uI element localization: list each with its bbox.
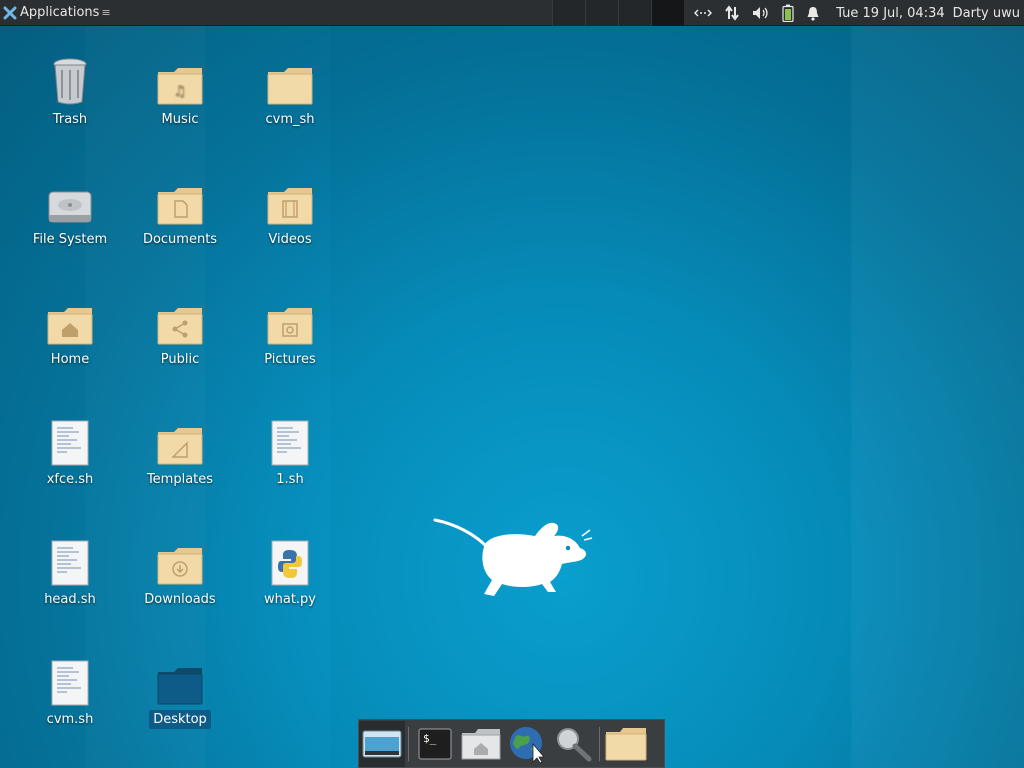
- dock-terminal[interactable]: $_: [412, 721, 458, 767]
- applications-label: Applications: [20, 5, 100, 20]
- trash-icon: [20, 50, 120, 106]
- icon-label: File System: [32, 232, 108, 247]
- videos-folder-icon: [240, 170, 340, 226]
- home-folder-icon: [461, 728, 501, 759]
- battery-icon[interactable]: [782, 0, 794, 26]
- workspace-switcher: [552, 0, 684, 26]
- file-manager-icon: [605, 727, 647, 760]
- xfce-logo-icon: [3, 6, 17, 19]
- icon-label: Pictures: [264, 352, 316, 367]
- desktop-icon-templates[interactable]: Templates: [130, 410, 230, 489]
- icon-label: Documents: [142, 232, 218, 247]
- volume-icon[interactable]: [752, 0, 770, 26]
- icon-label: Templates: [146, 472, 214, 487]
- desktop-icon-desktop[interactable]: Desktop: [130, 650, 230, 729]
- public-folder-icon: [130, 290, 230, 346]
- menu-separator-icon: ≡: [101, 6, 111, 19]
- desktop-icon-downloads[interactable]: Downloads: [130, 530, 230, 609]
- search-icon: [557, 727, 592, 761]
- icon-label: Music: [161, 112, 199, 127]
- icon-label: xfce.sh: [46, 472, 94, 487]
- desktop-icon-file-system[interactable]: File System: [20, 170, 120, 249]
- svg-text:♫: ♫: [174, 83, 187, 99]
- workspace-4[interactable]: [651, 0, 684, 26]
- top-panel: Applications ≡ Tue 19 Jul, 04:34 Darty u…: [0, 0, 1024, 26]
- desktop-icon-cvm-sh-file[interactable]: cvm.sh: [20, 650, 120, 729]
- svg-text:$_: $_: [423, 732, 437, 745]
- dock-separator: [408, 726, 409, 761]
- text-file-icon: [240, 410, 340, 466]
- desktop-icon-head-sh[interactable]: head.sh: [20, 530, 120, 609]
- icon-label: Videos: [268, 232, 312, 247]
- terminal-icon: $_: [418, 728, 452, 759]
- dock-file-manager[interactable]: [603, 721, 649, 767]
- pictures-folder-icon: [240, 290, 340, 346]
- show-desktop-icon: [362, 730, 402, 757]
- desktop-icon-1-sh[interactable]: 1.sh: [240, 410, 340, 489]
- web-browser-icon: [510, 726, 545, 764]
- desktop-icon-cvm-sh[interactable]: cvm_sh: [240, 50, 340, 129]
- desktop-icon-documents[interactable]: Documents: [130, 170, 230, 249]
- desktop-icon-xfce-sh[interactable]: xfce.sh: [20, 410, 120, 489]
- applications-menu-button[interactable]: Applications ≡: [0, 0, 117, 26]
- desktop-icon-public[interactable]: Public: [130, 290, 230, 369]
- desktop-icon-videos[interactable]: Videos: [240, 170, 340, 249]
- documents-folder-icon: [130, 170, 230, 226]
- folder-icon: [240, 50, 340, 106]
- user-name[interactable]: Darty uwu: [953, 6, 1020, 21]
- workspace-1[interactable]: [552, 0, 585, 26]
- home-folder-icon: [20, 290, 120, 346]
- dock-show-desktop[interactable]: [359, 720, 405, 767]
- python-file-icon: [240, 530, 340, 586]
- dock-search[interactable]: [550, 721, 596, 767]
- dock-home-folder[interactable]: [458, 721, 504, 767]
- icon-label: what.py: [263, 592, 316, 607]
- icon-label: cvm_sh: [265, 112, 315, 127]
- text-file-icon: [20, 410, 120, 466]
- desktop-icon-music[interactable]: ♫ Music: [130, 50, 230, 129]
- workspace-3[interactable]: [618, 0, 651, 26]
- icon-label: Downloads: [144, 592, 216, 607]
- templates-folder-icon: [130, 410, 230, 466]
- icon-label: Home: [50, 352, 90, 367]
- downloads-folder-icon: [130, 530, 230, 586]
- text-file-icon: [20, 650, 120, 706]
- icon-label: head.sh: [44, 592, 96, 607]
- xfce-mouse-logo-icon: [433, 518, 593, 596]
- bottom-dock: $_: [358, 719, 665, 768]
- icon-label: Trash: [52, 112, 88, 127]
- panel-clock[interactable]: Tue 19 Jul, 04:34: [836, 6, 944, 21]
- text-file-icon: [20, 530, 120, 586]
- network-transfer-icon[interactable]: [694, 0, 713, 26]
- hard-drive-icon: [20, 170, 120, 226]
- icon-label: Desktop: [149, 710, 211, 729]
- desktop-icon-home[interactable]: Home: [20, 290, 120, 369]
- music-folder-icon: ♫: [130, 50, 230, 106]
- dock-separator: [599, 726, 600, 761]
- desktop-folder-icon: [130, 650, 230, 706]
- icon-label: Public: [160, 352, 200, 367]
- desktop-icon-what-py[interactable]: what.py: [240, 530, 340, 609]
- workspace-2[interactable]: [585, 0, 618, 26]
- desktop-icon-pictures[interactable]: Pictures: [240, 290, 340, 369]
- dock-web-browser[interactable]: [504, 721, 550, 767]
- desktop-icon-trash[interactable]: Trash: [20, 50, 120, 129]
- icon-label: 1.sh: [276, 472, 304, 487]
- icon-label: cvm.sh: [46, 712, 94, 727]
- network-icon[interactable]: [724, 0, 740, 26]
- system-tray: Tue 19 Jul, 04:34 Darty uwu: [688, 0, 1024, 26]
- notification-bell-icon[interactable]: [806, 0, 820, 26]
